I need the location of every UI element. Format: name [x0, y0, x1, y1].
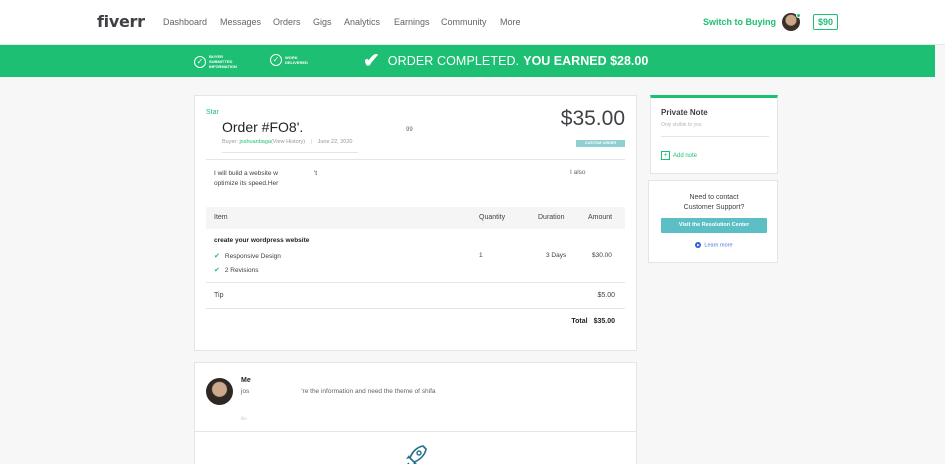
gig-title-fragment: 99 — [406, 127, 413, 133]
message-text: jos're the information and need the them… — [241, 388, 436, 395]
divider — [222, 152, 358, 153]
order-description: I will build a website w't optimize its … — [214, 170, 317, 187]
order-title: Order #FO8'. — [222, 119, 304, 135]
nav-dashboard[interactable]: Dashboard — [163, 17, 207, 27]
status-tag: Star — [206, 109, 219, 116]
col-quantity: Quantity — [479, 214, 506, 221]
play-icon: ▶ — [695, 242, 702, 248]
plus-icon: + — [661, 151, 670, 160]
item-quantity: 1 — [479, 252, 483, 259]
top-navbar: fiverr Dashboard Messages Orders Gigs An… — [0, 0, 945, 45]
order-status-banner: ✓ BUYER SUBMITTED INFORMATION ✓ WORK DEL… — [0, 45, 935, 77]
divider — [661, 136, 769, 137]
private-note-subtitle: Only visible to you — [661, 122, 702, 128]
col-duration: Duration — [538, 214, 565, 221]
message-card: Me jos're the information and need the t… — [194, 362, 637, 464]
learn-more-link[interactable]: ▶ Learn more — [649, 242, 779, 248]
item-title: create your wordpress website — [214, 237, 310, 244]
divider — [206, 159, 625, 160]
check-icon: ✔ — [214, 267, 220, 274]
item-duration: 3 Days — [546, 252, 567, 259]
tip-amount: $5.00 — [597, 292, 615, 299]
private-note-title: Private Note — [661, 108, 708, 117]
check-circle-icon: ✓ — [194, 55, 206, 68]
custom-order-badge: CUSTOM ORDER — [576, 140, 625, 147]
nav-orders[interactable]: Orders — [273, 17, 301, 27]
message-attachment: file — [241, 416, 247, 421]
item-amount: $30.00 — [592, 252, 612, 259]
check-circle-icon: ✓ — [270, 54, 282, 66]
tip-label: Tip — [214, 292, 224, 299]
nav-community[interactable]: Community — [441, 17, 487, 27]
fiverr-logo[interactable]: fiverr — [97, 12, 145, 31]
add-note-button[interactable]: + Add note — [661, 151, 697, 160]
step-buyer-submitted: ✓ BUYER SUBMITTED INFORMATION — [194, 54, 247, 69]
balance-badge[interactable]: $90 — [813, 14, 838, 30]
avatar — [206, 378, 233, 405]
nav-analytics[interactable]: Analytics — [344, 17, 380, 27]
divider — [206, 308, 625, 309]
step-work-delivered: ✓ WORK DELIVERED — [270, 54, 315, 66]
customer-support-card: Need to contact Customer Support? Visit … — [648, 180, 778, 263]
message-author: Me — [241, 377, 251, 384]
online-status-dot — [796, 13, 801, 18]
description-fragment: I also — [570, 169, 586, 176]
feature-item: ✔ Responsive Design — [214, 252, 281, 261]
rocket-icon — [406, 445, 427, 464]
order-total: Total $35.00 — [571, 318, 615, 325]
nav-more[interactable]: More — [500, 17, 521, 27]
divider — [195, 431, 636, 432]
col-item: Item — [214, 214, 228, 221]
order-date: June 22, 2020 — [317, 139, 353, 145]
view-history-link[interactable]: (View History) — [271, 139, 305, 145]
order-details-card: Star Order #FO8'. 99 Buyer: joshuanbaga(… — [194, 95, 637, 351]
resolution-center-button[interactable]: Visit the Resolution Center — [661, 218, 767, 233]
buyer-info: Buyer: joshuanbaga(View History) | June … — [222, 139, 353, 145]
check-icon: ✔ — [214, 253, 220, 260]
checkmark-icon: ✔ — [363, 50, 380, 72]
nav-messages[interactable]: Messages — [220, 17, 261, 27]
order-completed-message: ✔ ORDER COMPLETED. YOU EARNED $28.00 — [363, 50, 649, 72]
nav-earnings[interactable]: Earnings — [394, 17, 430, 27]
order-table-header: Item Quantity Duration Amount — [206, 207, 625, 229]
support-prompt: Need to contact Customer Support? — [683, 194, 745, 211]
order-price: $35.00 — [560, 107, 625, 130]
private-note-card: Private Note Only visible to you + Add n… — [650, 95, 778, 174]
buyer-link[interactable]: joshuanbaga — [239, 139, 271, 145]
switch-to-buying-link[interactable]: Switch to Buying — [703, 17, 776, 27]
feature-item: ✔ 2 Revisions — [214, 266, 259, 275]
col-amount: Amount — [588, 214, 613, 221]
nav-gigs[interactable]: Gigs — [313, 17, 332, 27]
divider — [206, 282, 625, 283]
